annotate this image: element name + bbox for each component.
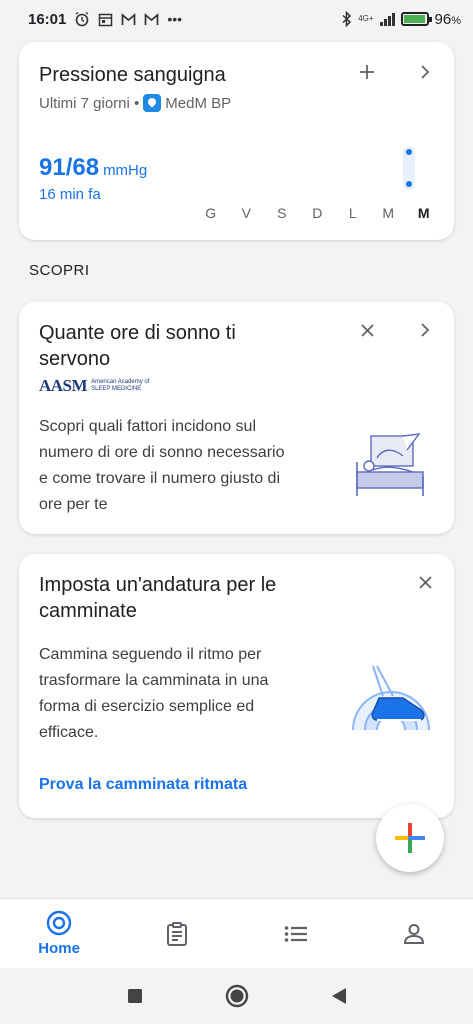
medm-app-icon	[143, 94, 162, 112]
nav-home-label: Home	[38, 940, 80, 957]
card-title: Imposta un'andatura per le camminate	[39, 574, 277, 622]
square-icon	[127, 989, 142, 1003]
reading-time: 16 min fa	[39, 186, 101, 203]
blood-pressure-card[interactable]: Pressione sanguigna Ultimi 7 giorni • Me…	[19, 42, 454, 240]
notification-icons: •••	[74, 11, 182, 27]
bluetooth-icon	[342, 11, 352, 27]
nav-home[interactable]: Home	[0, 899, 118, 968]
battery-icon	[400, 12, 432, 26]
open-article-button[interactable]	[411, 316, 439, 344]
more-icon: •••	[167, 11, 183, 27]
close-icon	[360, 323, 374, 337]
plus-icon	[360, 65, 374, 79]
systolic-dot	[406, 149, 412, 155]
discover-heading: SCOPRI	[29, 262, 90, 279]
card-title: Quante ore di sonno ti servono	[39, 322, 236, 370]
browse-icon	[284, 925, 307, 942]
system-navigation-bar	[0, 968, 473, 1024]
back-button[interactable]	[327, 984, 351, 1008]
system-status: 4G+ 96%	[342, 11, 461, 28]
day-label-today: M	[417, 205, 430, 221]
add-measurement-button[interactable]	[353, 58, 381, 86]
sleep-article-card[interactable]: Quante ore di sonno ti servono AASM Amer…	[19, 302, 454, 534]
day-label: G	[205, 205, 217, 221]
plus-icon	[395, 823, 425, 853]
bp-unit: mmHg	[103, 162, 148, 179]
bottom-navigation: Home	[0, 898, 473, 968]
bp-range-bar	[403, 146, 415, 190]
journal-icon	[167, 921, 188, 946]
signal-icon	[379, 12, 395, 26]
profile-icon	[403, 923, 424, 944]
recents-button[interactable]	[123, 984, 147, 1008]
card-description: Scopri quali fattori incidono sul numero…	[39, 418, 285, 513]
dismiss-button[interactable]	[411, 568, 439, 596]
weekday-axis: G V S D L M M	[193, 205, 442, 221]
source-app-name: MedM BP	[165, 94, 232, 112]
blood-pressure-reading: 91/68 mmHg	[39, 154, 147, 182]
sleeping-person-illustration	[356, 433, 424, 496]
day-label: S	[277, 205, 287, 221]
network-type: 4G+	[358, 14, 374, 23]
diastolic-dot	[406, 181, 412, 187]
day-label: D	[312, 205, 323, 221]
close-icon	[418, 575, 432, 589]
walking-shoe-illustration	[352, 665, 430, 731]
home-button[interactable]	[225, 984, 249, 1008]
triangle-back-icon	[331, 988, 346, 1004]
dismiss-button[interactable]	[353, 316, 381, 344]
nav-journal[interactable]	[118, 899, 236, 968]
gmail-icon	[122, 12, 136, 25]
gmail-icon	[145, 12, 159, 25]
status-bar: 16:01 ••• 4G+ 96%	[0, 0, 473, 38]
nav-browse[interactable]	[237, 899, 355, 968]
paced-walk-card[interactable]: Imposta un'andatura per le camminate Cam…	[19, 554, 454, 818]
circle-icon	[225, 984, 248, 1008]
card-title: Pressione sanguigna	[39, 64, 226, 86]
calendar-icon	[99, 13, 113, 26]
battery-percent: 96%	[434, 10, 461, 28]
day-label: M	[382, 205, 395, 221]
start-paced-walk-link[interactable]: Prova la camminata ritmata	[39, 776, 247, 794]
add-data-fab[interactable]	[376, 804, 444, 872]
status-time: 16:01	[28, 10, 67, 28]
day-label: V	[241, 205, 251, 221]
bp-value: 91/68	[39, 154, 100, 181]
chevron-right-icon	[421, 65, 430, 79]
aasm-logo: AASM American Academy of SLEEP MEDICINE	[39, 376, 150, 395]
open-blood-pressure-button[interactable]	[411, 58, 439, 86]
day-label: L	[348, 205, 357, 221]
alarm-icon	[75, 11, 89, 27]
nav-profile[interactable]	[355, 899, 473, 968]
chevron-right-icon	[421, 323, 430, 337]
card-description: Cammina seguendo il ritmo per trasformar…	[39, 646, 269, 741]
home-icon	[46, 910, 72, 936]
card-subtitle: Ultimi 7 giorni • MedM BP	[39, 94, 232, 112]
